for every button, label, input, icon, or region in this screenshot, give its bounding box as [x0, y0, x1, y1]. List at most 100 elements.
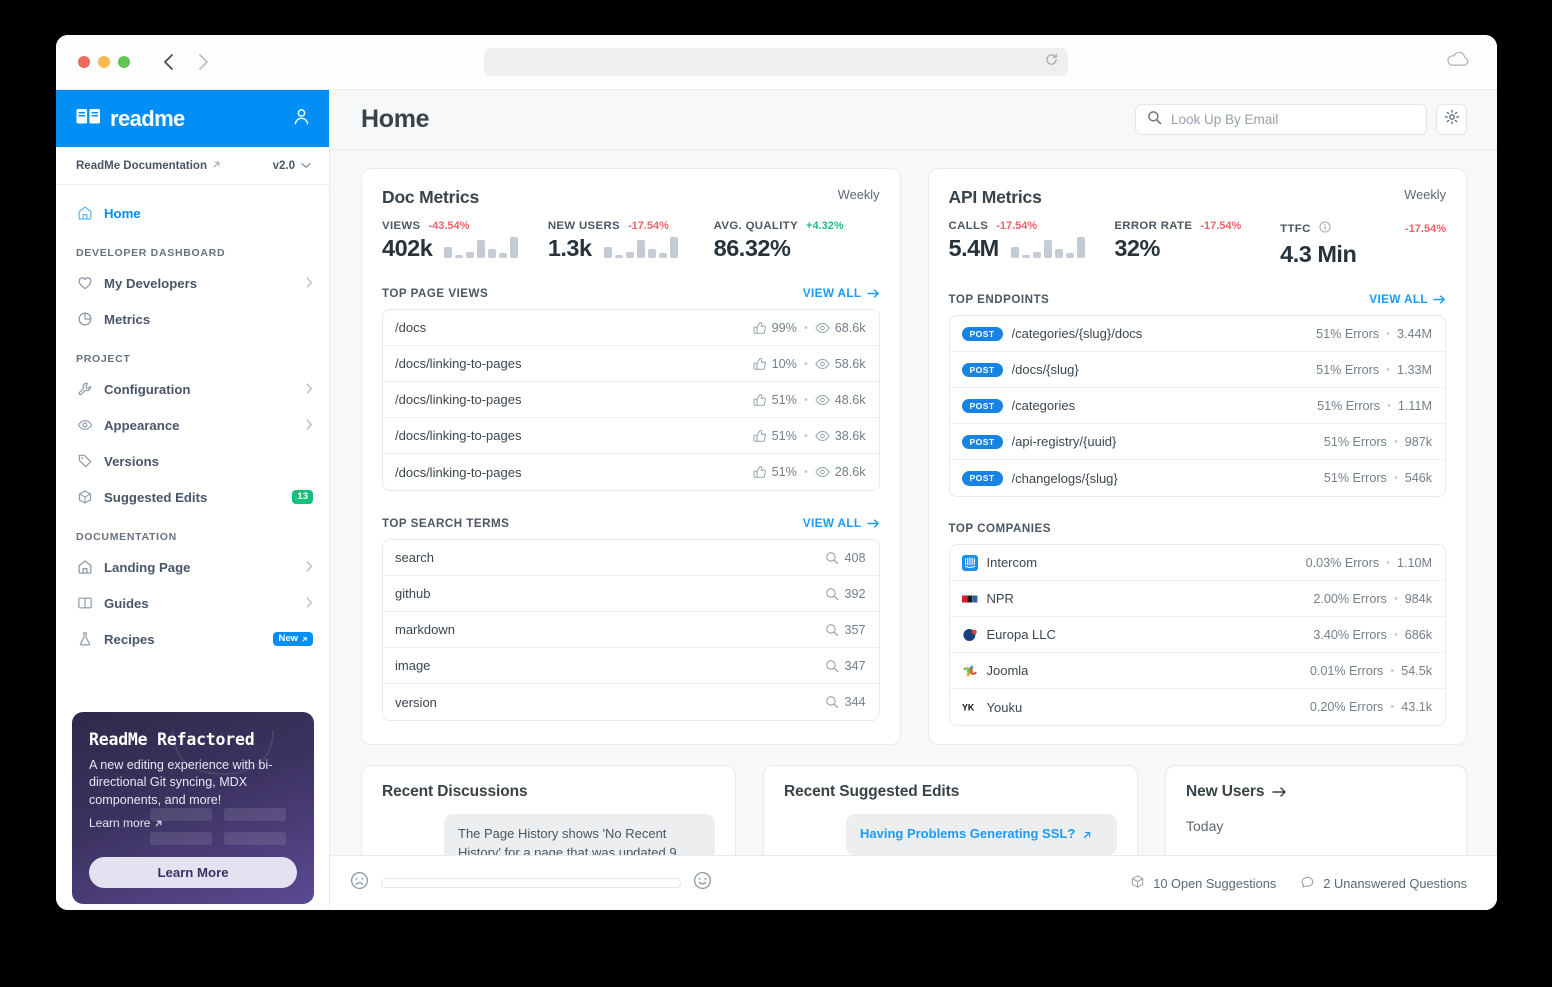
sidebar-nav: Home DEVELOPER DASHBOARD My Developers M… [56, 185, 329, 657]
frowning-face-icon[interactable] [350, 871, 369, 895]
endpoint-errors: 51% Errors [1317, 398, 1381, 413]
table-row[interactable]: NPR 2.00% Errors • 984k [949, 581, 1445, 618]
table-row[interactable]: POST /categories 51% Errors • 1.11M [949, 388, 1445, 425]
satisfaction-slider[interactable] [350, 871, 712, 895]
separator: • [1393, 592, 1398, 605]
table-row[interactable]: search 408 [383, 540, 879, 577]
page-path: /docs/linking-to-pages [395, 392, 522, 408]
sidebar-item-recipes[interactable]: Recipes New [56, 621, 329, 657]
open-suggestions-stat[interactable]: 10 Open Suggestions [1130, 874, 1276, 892]
readme-logo[interactable]: readme [76, 106, 185, 132]
project-selector[interactable]: ReadMe Documentation v2.0 [56, 147, 329, 185]
promo-learn-more-button[interactable]: Learn More [89, 857, 297, 888]
views-value: 28.6k [834, 465, 866, 480]
cloud-icon[interactable] [1445, 51, 1471, 73]
table-row[interactable]: Europa LLC 3.40% Errors • 686k [949, 617, 1445, 654]
table-row[interactable]: /docs 99% • 68.6k [383, 310, 879, 347]
sidebar-item-home[interactable]: Home [56, 195, 329, 231]
separator: • [803, 321, 808, 334]
chevron-right-icon [306, 418, 313, 433]
table-row[interactable]: markdown 357 [383, 612, 879, 649]
top-page-views-block: TOP PAGE VIEWS VIEW ALL /docs 99% • 68.6… [362, 279, 900, 509]
section-header-project: PROJECT [76, 353, 131, 365]
smiling-face-icon[interactable] [693, 871, 712, 895]
url-bar[interactable] [484, 48, 1068, 76]
table-row[interactable]: POST /api-registry/{uuid} 51% Errors • 9… [949, 424, 1445, 461]
reload-icon[interactable] [1045, 53, 1058, 71]
table-row[interactable]: YK Youku 0.20% Errors • 43.1k [950, 689, 1446, 725]
table-row[interactable]: POST /changelogs/{slug} 51% Errors • 546… [950, 460, 1446, 496]
section-header-developer-dashboard: DEVELOPER DASHBOARD [76, 247, 226, 259]
top-endpoints-view-all[interactable]: VIEW ALL [1369, 292, 1446, 306]
search-term: version [395, 694, 437, 710]
top-companies-table: Intercom 0.03% Errors • 1.10M NPR 2.00% … [948, 544, 1446, 727]
forward-icon[interactable] [197, 53, 210, 71]
promo-card[interactable]: ReadMe Refactored A new editing experien… [72, 712, 314, 904]
top-search-terms-view-all[interactable]: VIEW ALL [803, 516, 880, 530]
table-row[interactable]: /docs/linking-to-pages 51% • [383, 454, 879, 490]
top-page-views-table: /docs 99% • 68.6k /docs/linking-to-pages… [382, 309, 880, 492]
table-row[interactable]: /docs/linking-to-pages 10% • 58.6k [383, 346, 879, 383]
table-row[interactable]: POST /docs/{slug} 51% Errors • 1.33M [949, 352, 1445, 389]
table-row[interactable]: github 392 [383, 576, 879, 613]
table-row[interactable]: POST /categories/{slug}/docs 51% Errors … [949, 316, 1445, 353]
sidebar-brand-bar: readme [56, 90, 329, 147]
home-icon [76, 559, 93, 575]
separator: • [1387, 399, 1391, 412]
table-row[interactable]: image 347 [383, 648, 879, 685]
search-icon [826, 696, 839, 709]
search-count: 357 [844, 622, 866, 637]
settings-button[interactable] [1436, 104, 1467, 135]
box-icon [1130, 874, 1145, 892]
quality-value: 10% [771, 356, 797, 371]
sidebar-item-configuration[interactable]: Configuration [56, 371, 329, 407]
top-page-views-view-all[interactable]: VIEW ALL [803, 286, 880, 300]
close-window-button[interactable] [78, 56, 90, 68]
promo-body: A new editing experience with bi-directi… [89, 758, 273, 807]
satisfaction-slider-track[interactable] [381, 878, 681, 888]
endpoint-calls: 1.11M [1397, 398, 1432, 413]
api-metrics-cadence[interactable]: Weekly [1404, 187, 1446, 202]
new-users-title[interactable]: New Users [1186, 783, 1446, 801]
promo-learn-more-link[interactable]: Learn more [89, 816, 163, 830]
table-row[interactable]: version 344 [383, 684, 879, 720]
kpi-value: 32% [1114, 235, 1160, 261]
sidebar-item-guides[interactable]: Guides [56, 585, 329, 621]
person-icon[interactable] [292, 107, 311, 131]
sidebar-item-versions[interactable]: Versions [56, 443, 329, 479]
table-row[interactable]: Intercom 0.03% Errors • 1.10M [949, 545, 1445, 582]
search-icon [826, 623, 839, 637]
kpi-delta: -17.54% [996, 220, 1038, 232]
dashboard-scroll-area[interactable]: Doc Metrics Weekly VIEWS -43.54% 402k NE… [330, 150, 1497, 910]
browser-nav [162, 53, 210, 71]
kpi-label: NEW USERS [547, 220, 620, 232]
sidebar-item-my-developers[interactable]: My Developers [56, 265, 329, 301]
kpi-delta: -43.54% [428, 220, 470, 232]
tag-icon [76, 453, 93, 469]
maximize-window-button[interactable] [118, 56, 130, 68]
quality-stat: 51% [753, 465, 797, 479]
browser-window: readme ReadMe Documentation v2.0 Home DE… [56, 35, 1497, 910]
table-row[interactable]: /docs/linking-to-pages 51% • [383, 382, 879, 419]
table-row[interactable]: Joomla 0.01% Errors • 54.5k [949, 653, 1445, 690]
unanswered-questions-stat[interactable]: 2 Unanswered Questions [1300, 874, 1467, 892]
sidebar-item-suggested-edits[interactable]: Suggested Edits 13 [56, 479, 329, 515]
table-row[interactable]: /docs/linking-to-pages 51% • [383, 418, 879, 455]
top-companies-title: TOP COMPANIES [948, 522, 1051, 536]
minimize-window-button[interactable] [98, 56, 110, 68]
search-count-stat: 408 [825, 551, 866, 565]
recent-suggested-edit-item[interactable]: Having Problems Generating SSL? [846, 814, 1117, 856]
doc-metrics-title: Doc Metrics [382, 187, 479, 207]
sidebar-item-landing-page[interactable]: Landing Page [56, 549, 329, 585]
back-icon[interactable] [162, 53, 175, 71]
version-picker[interactable]: v2.0 [273, 160, 311, 172]
sidebar-item-appearance[interactable]: Appearance [56, 407, 329, 443]
sidebar-item-metrics[interactable]: Metrics [56, 301, 329, 337]
external-link-icon [212, 160, 221, 172]
search-input[interactable]: Look Up By Email [1135, 104, 1427, 135]
top-search-terms-table: search 408 github 392 markdown 357 image… [382, 539, 880, 722]
doc-metrics-cadence[interactable]: Weekly [838, 187, 880, 202]
http-method-badge: POST [961, 471, 1003, 486]
info-icon[interactable] [1319, 220, 1331, 238]
company-calls: 984k [1404, 591, 1432, 606]
